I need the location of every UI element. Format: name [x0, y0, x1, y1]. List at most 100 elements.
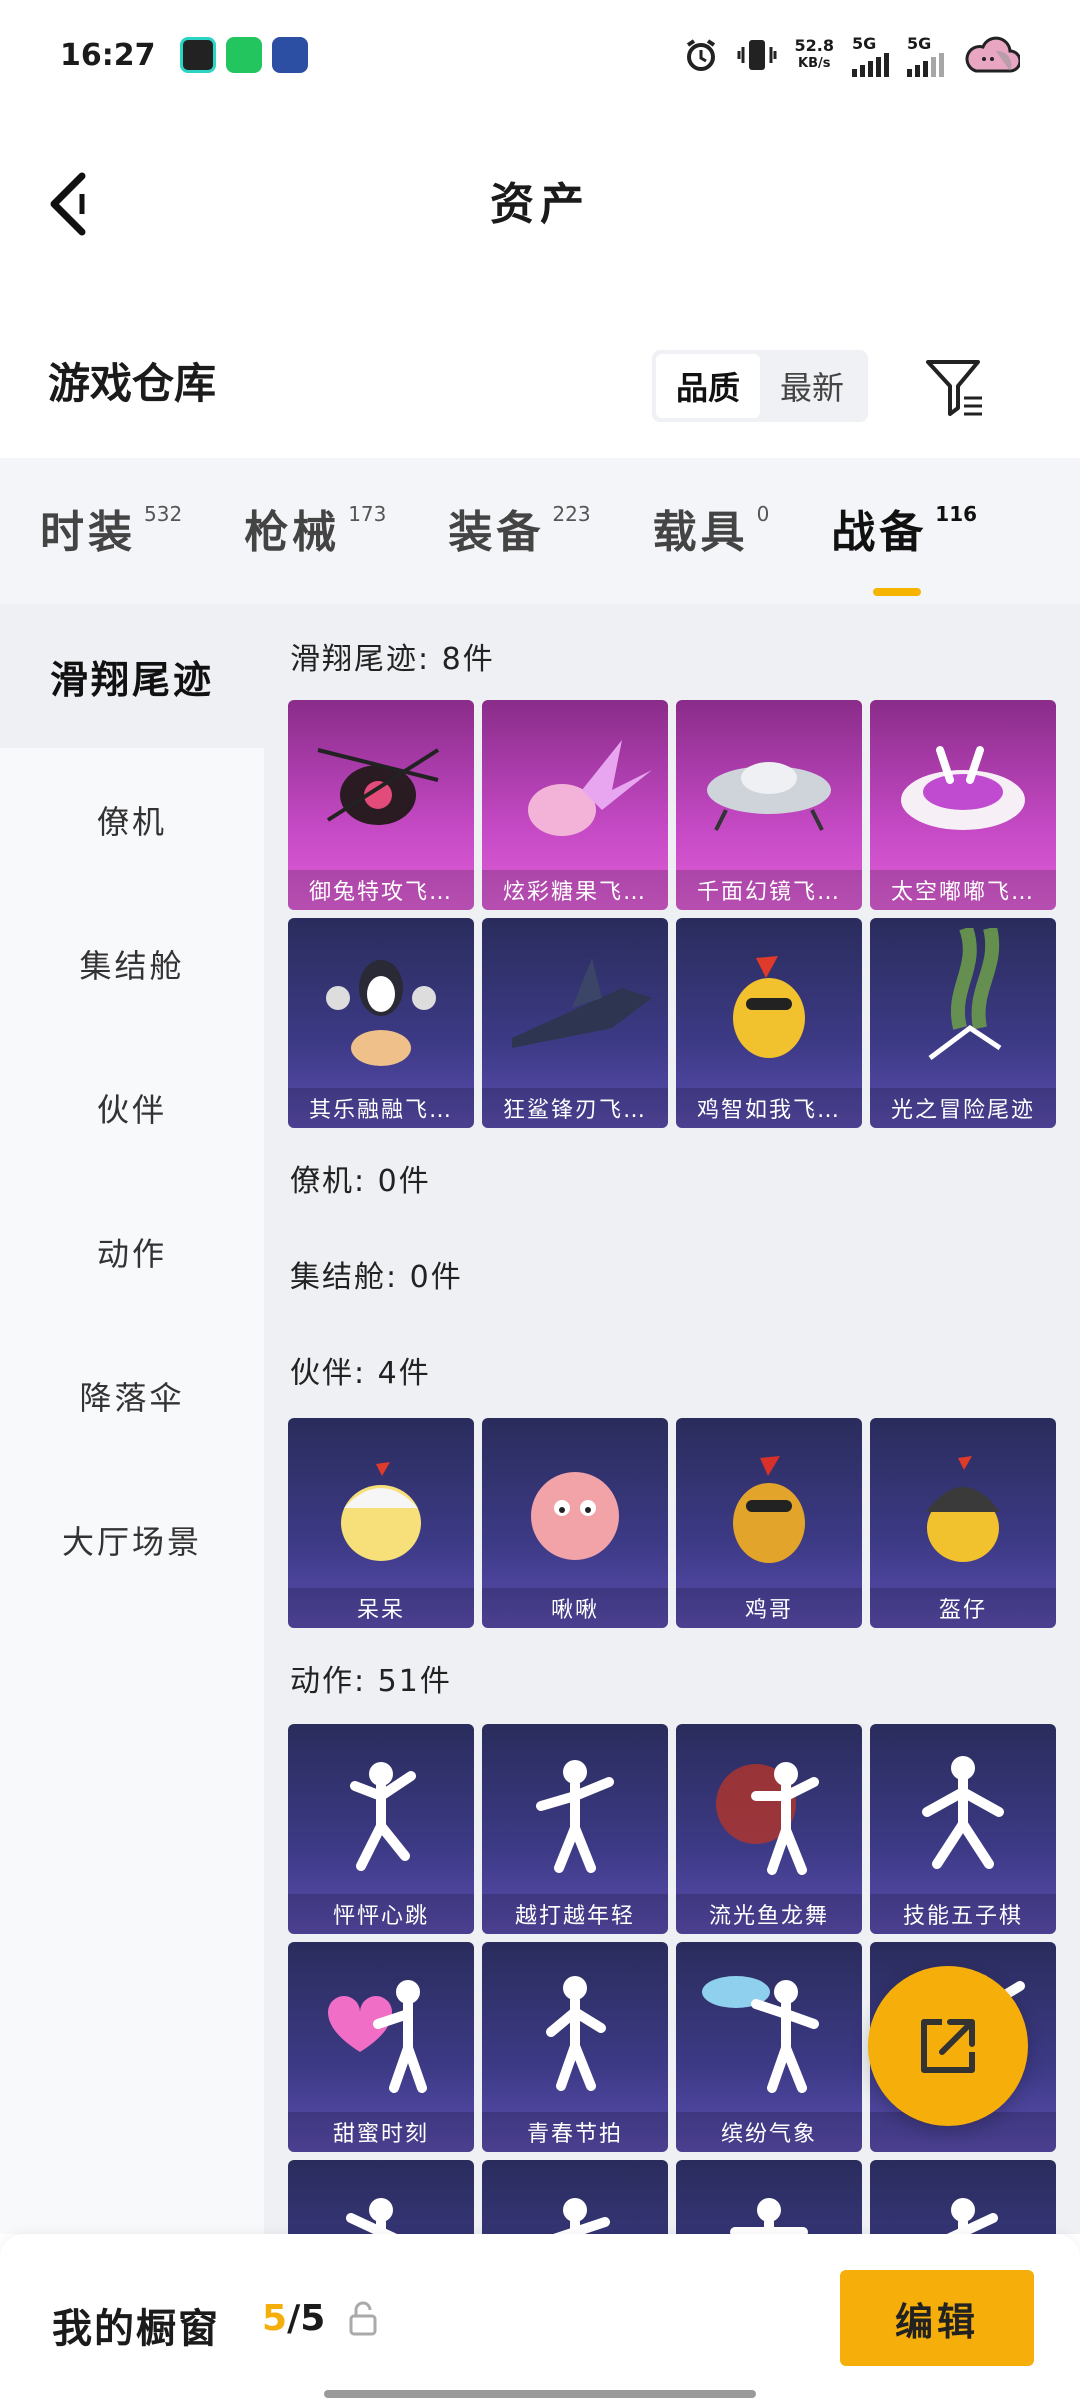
asset-card[interactable]: 技能五子棋 [870, 1724, 1056, 1934]
tab-equipment[interactable]: 装备 223 [448, 496, 590, 566]
asset-name: 太空嘟嘟飞… [870, 870, 1056, 910]
glider-penguin-icon [326, 960, 436, 1066]
sort-newest-button[interactable]: 最新 [760, 354, 864, 418]
filter-icon[interactable] [922, 354, 986, 418]
asset-card[interactable]: 怦怦心跳 [288, 1724, 474, 1934]
asset-card[interactable]: 甜蜜时刻 [288, 1942, 474, 2152]
asset-card[interactable]: 青春节拍 [482, 1942, 668, 2152]
vibrate-icon [737, 40, 777, 70]
screen: 16:27 52.8 KB/s 5G 5G 资产 游戏仓库 品质 最新 时装 5… [0, 0, 1080, 2400]
partner-helmet-chick-icon [926, 1456, 1000, 1562]
asset-card[interactable]: 鸡智如我飞… [676, 918, 862, 1128]
tab-count: 116 [935, 502, 978, 526]
alarm-icon [686, 39, 715, 71]
section-title-capsule: 集结舱: 0件 [290, 1260, 463, 1295]
showcase-label: 我的橱窗 [52, 2306, 220, 2352]
tab-fashion[interactable]: 时装 532 [40, 496, 182, 566]
asset-name: 盔仔 [870, 1588, 1056, 1628]
tab-battle-prep[interactable]: 战备 116 [831, 496, 978, 596]
asset-name: 其乐融融飞… [288, 1088, 474, 1128]
warehouse-title: 游戏仓库 [48, 359, 217, 408]
asset-name: 越打越年轻 [482, 1894, 668, 1934]
asset-card[interactable] [676, 2160, 862, 2234]
net-speed: 52.8 KB/s [795, 37, 834, 73]
emote-dancer-icon [536, 1760, 614, 1873]
asset-name: 炫彩糖果飞… [482, 870, 668, 910]
sim2-label: 5G [907, 33, 932, 53]
asset-card[interactable]: 盔仔 [870, 1418, 1056, 1628]
emote-dancer-icon [730, 2198, 808, 2234]
showcase-count-total: /5 [287, 2298, 326, 2339]
sort-toggle: 品质 最新 [652, 350, 868, 422]
asset-name: 鸡智如我飞… [676, 1088, 862, 1128]
status-bar: 16:27 52.8 KB/s 5G 5G [0, 0, 1080, 110]
asset-card[interactable]: 御兔特攻飞… [288, 700, 474, 910]
asset-name: 呆呆 [288, 1588, 474, 1628]
asset-card[interactable]: 呆呆 [288, 1418, 474, 1628]
sort-quality-button[interactable]: 品质 [656, 354, 760, 418]
glider-ufo-mirror-icon [707, 762, 831, 831]
emote-dancer-icon [922, 1756, 1004, 1869]
asset-card[interactable]: 流光鱼龙舞 [676, 1724, 862, 1934]
glide-grid: 御兔特攻飞… 炫彩糖果飞… 千面幻镜飞… 太空嘟嘟飞… 其乐融融飞… 狂鲨锋刃飞… [288, 700, 1056, 1128]
tab-firearms[interactable]: 枪械 173 [244, 496, 386, 566]
asset-card[interactable]: 光之冒险尾迹 [870, 918, 1056, 1128]
tab-vehicles[interactable]: 载具 0 [653, 496, 770, 566]
glider-rabbit-icon [317, 748, 440, 825]
tab-label: 时装 [40, 507, 136, 558]
asset-name: 缤纷气象 [676, 2112, 862, 2152]
tab-count: 223 [552, 502, 591, 526]
section-title-emote: 动作: 51件 [290, 1664, 452, 1699]
emote-dragon-dance-icon [716, 1762, 819, 1875]
battery-cloud-icon [965, 36, 1020, 73]
side-item-capsule[interactable]: 集结舱 [0, 892, 264, 1036]
wechat-icon [225, 37, 262, 73]
partner-rooster-icon [733, 1456, 805, 1563]
showcase-count-current: 5 [262, 2298, 288, 2339]
asset-card[interactable]: 缤纷气象 [676, 1942, 862, 2152]
edit-button[interactable]: 编辑 [840, 2270, 1034, 2366]
page-title: 资产 [490, 179, 590, 230]
side-item-lobby-scene[interactable]: 大厅场景 [0, 1468, 264, 1612]
asset-card[interactable]: 啾啾 [482, 1418, 668, 1628]
section-title-partner: 伙伴: 4件 [290, 1356, 431, 1391]
emote-dancer-icon [553, 2198, 610, 2234]
signal-sim1: 5G [852, 34, 889, 77]
side-item-partner[interactable]: 伙伴 [0, 1036, 264, 1180]
asset-card[interactable]: 炫彩糖果飞… [482, 700, 668, 910]
sim1-label: 5G [852, 33, 877, 53]
partner-chick-icon [341, 1462, 421, 1561]
asset-card[interactable]: 越打越年轻 [482, 1724, 668, 1934]
asset-name: 光之冒险尾迹 [870, 1088, 1056, 1128]
signal-bars-icon [907, 52, 944, 77]
side-item-wingman[interactable]: 僚机 [0, 748, 264, 892]
share-fab-button[interactable] [868, 1966, 1028, 2126]
asset-name: 啾啾 [482, 1588, 668, 1628]
partner-grid: 呆呆 啾啾 鸡哥 盔仔 [288, 1418, 1056, 1628]
asset-name: 流光鱼龙舞 [676, 1894, 862, 1934]
asset-card[interactable] [288, 2160, 474, 2234]
net-speed-unit: KB/s [798, 56, 831, 71]
asset-card[interactable] [482, 2160, 668, 2234]
emote-dancer-icon [346, 2198, 398, 2234]
home-indicator[interactable] [324, 2390, 756, 2398]
side-item-glide-trail[interactable]: 滑翔尾迹 [0, 604, 264, 748]
tab-label: 装备 [448, 507, 545, 558]
net-speed-value: 52.8 [794, 36, 834, 55]
news-app-icon [179, 37, 216, 73]
side-item-parachute[interactable]: 降落伞 [0, 1324, 264, 1468]
asset-name: 千面幻镜飞… [676, 870, 862, 910]
asset-card[interactable]: 鸡哥 [676, 1418, 862, 1628]
side-item-emote[interactable]: 动作 [0, 1180, 264, 1324]
signal-sim2: 5G [907, 34, 944, 77]
asset-card[interactable]: 千面幻镜飞… [676, 700, 862, 910]
asset-card[interactable]: 太空嘟嘟飞… [870, 700, 1056, 910]
asset-name: 鸡哥 [676, 1588, 862, 1628]
asset-name: 怦怦心跳 [288, 1894, 474, 1934]
emote-dancer-icon [946, 2198, 998, 2234]
asset-card[interactable]: 狂鲨锋刃飞… [482, 918, 668, 1128]
unlock-icon[interactable] [348, 2300, 378, 2336]
status-time: 16:27 [60, 37, 156, 73]
asset-card[interactable] [870, 2160, 1056, 2234]
asset-card[interactable]: 其乐融融飞… [288, 918, 474, 1128]
